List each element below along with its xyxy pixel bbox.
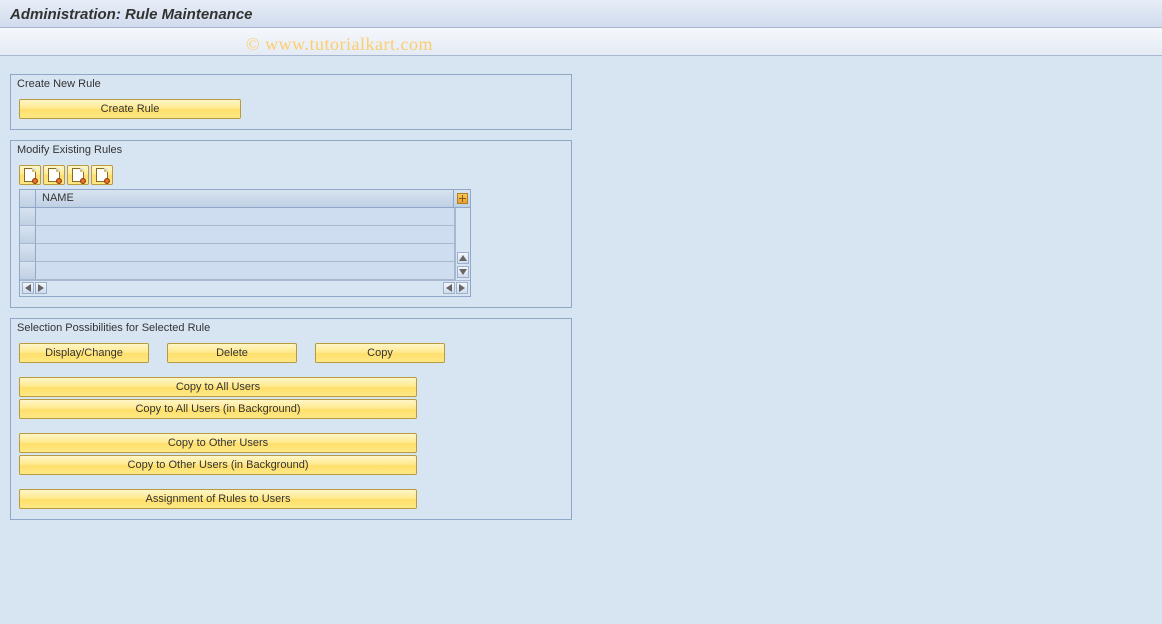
- copy-to-all-users-button[interactable]: Copy to All Users: [19, 377, 417, 397]
- rules-grid[interactable]: NAME: [19, 189, 471, 297]
- document-icon: [72, 168, 84, 182]
- app-toolbar: [0, 28, 1162, 56]
- table-settings-icon: [457, 193, 468, 204]
- scroll-right-button-2[interactable]: [456, 282, 468, 294]
- page-title-bar: Administration: Rule Maintenance: [0, 0, 1162, 28]
- scroll-right-button[interactable]: [35, 282, 47, 294]
- grid-vertical-scrollbar[interactable]: [455, 208, 470, 280]
- delete-button[interactable]: Delete: [167, 343, 297, 363]
- panel-title-modify: Modify Existing Rules: [11, 141, 571, 159]
- cell-name[interactable]: [36, 262, 455, 279]
- chevron-down-icon: [459, 269, 467, 275]
- page-title: Administration: Rule Maintenance: [10, 6, 253, 23]
- scroll-down-button[interactable]: [457, 266, 469, 278]
- grid-select-all[interactable]: [20, 190, 36, 207]
- panel-selection-possibilities: Selection Possibilities for Selected Rul…: [10, 318, 572, 520]
- toolbar-btn-3[interactable]: [67, 165, 89, 185]
- cell-name[interactable]: [36, 208, 455, 225]
- panel-title-selection: Selection Possibilities for Selected Rul…: [11, 319, 571, 337]
- panel-create-new-rule: Create New Rule Create Rule: [10, 74, 572, 130]
- row-selector[interactable]: [20, 244, 36, 261]
- table-row[interactable]: [20, 262, 455, 280]
- panel-modify-existing-rules: Modify Existing Rules NAME: [10, 140, 572, 308]
- table-row[interactable]: [20, 208, 455, 226]
- display-change-button[interactable]: Display/Change: [19, 343, 149, 363]
- copy-to-other-users-bg-button[interactable]: Copy to Other Users (in Background): [19, 455, 417, 475]
- cell-name[interactable]: [36, 244, 455, 261]
- toolbar-btn-4[interactable]: [91, 165, 113, 185]
- row-selector[interactable]: [20, 208, 36, 225]
- row-selector[interactable]: [20, 226, 36, 243]
- document-icon: [24, 168, 36, 182]
- content-area: Create New Rule Create Rule Modify Exist…: [0, 56, 1162, 624]
- grid-configure-button[interactable]: [454, 190, 470, 207]
- chevron-right-icon: [38, 284, 44, 292]
- panel-title-create: Create New Rule: [11, 75, 571, 93]
- copy-to-all-users-bg-button[interactable]: Copy to All Users (in Background): [19, 399, 417, 419]
- chevron-left-icon: [446, 284, 452, 292]
- assignment-of-rules-button[interactable]: Assignment of Rules to Users: [19, 489, 417, 509]
- grid-header: NAME: [20, 190, 470, 208]
- toolbar-btn-1[interactable]: [19, 165, 41, 185]
- scroll-up-button[interactable]: [457, 252, 469, 264]
- document-icon: [48, 168, 60, 182]
- cell-name[interactable]: [36, 226, 455, 243]
- scroll-left-button-2[interactable]: [443, 282, 455, 294]
- table-row[interactable]: [20, 226, 455, 244]
- row-selector[interactable]: [20, 262, 36, 279]
- chevron-left-icon: [25, 284, 31, 292]
- document-icon: [96, 168, 108, 182]
- copy-to-other-users-button[interactable]: Copy to Other Users: [19, 433, 417, 453]
- copy-button[interactable]: Copy: [315, 343, 445, 363]
- grid-horizontal-scrollbar[interactable]: [20, 280, 470, 296]
- chevron-up-icon: [459, 255, 467, 261]
- table-row[interactable]: [20, 244, 455, 262]
- chevron-right-icon: [459, 284, 465, 292]
- modify-toolbar: [19, 165, 563, 185]
- grid-col-name[interactable]: NAME: [36, 190, 454, 207]
- create-rule-button[interactable]: Create Rule: [19, 99, 241, 119]
- scroll-left-button[interactable]: [22, 282, 34, 294]
- toolbar-btn-2[interactable]: [43, 165, 65, 185]
